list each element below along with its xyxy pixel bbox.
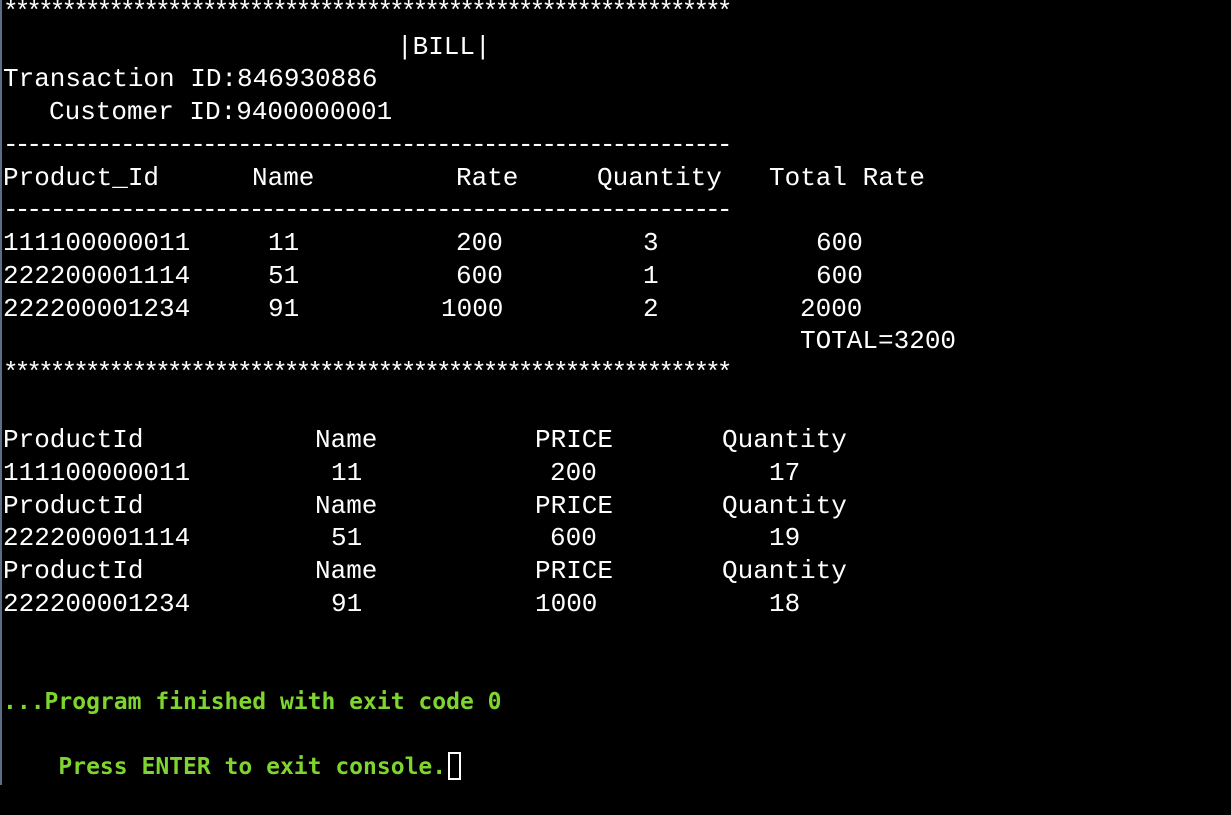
row-name: 11 (268, 228, 300, 258)
row-quantity: 3 (643, 228, 659, 258)
console-output[interactable]: ****************************************… (3, 0, 1223, 785)
inventory-row: 222200001114 51 600 19 (3, 522, 800, 554)
inv-price: 1000 (535, 589, 598, 619)
inv-quantity: 18 (769, 589, 801, 619)
row-product-id: 222200001234 (3, 294, 191, 324)
text-cursor[interactable] (448, 751, 462, 780)
dash-divider-bottom: ----------------------------------------… (3, 195, 732, 225)
stars-divider-top: ****************************************… (3, 0, 732, 27)
inv-header-name: Name (315, 556, 378, 586)
press-enter-line[interactable]: Press ENTER to exit console. (3, 719, 462, 780)
row-rate: 1000 (441, 294, 504, 324)
inv-price: 200 (550, 458, 597, 488)
inv-header-price: PRICE (535, 556, 614, 586)
program-finished-line: ...Program finished with exit code 0 (3, 689, 502, 715)
row-name: 51 (268, 261, 300, 291)
inv-header-name: Name (315, 491, 378, 521)
inv-quantity: 19 (769, 523, 801, 553)
inv-header-product-id: ProductId (3, 556, 144, 586)
inv-header-price: PRICE (535, 491, 614, 521)
bill-total-line: TOTAL=3200 (3, 325, 956, 357)
inv-price: 600 (550, 523, 597, 553)
header-name: Name (252, 163, 315, 193)
inv-header-name: Name (315, 425, 378, 455)
header-quantity: Quantity (597, 163, 722, 193)
inventory-row: 111100000011 11 200 17 (3, 457, 800, 489)
row-name: 91 (268, 294, 300, 324)
bill-title: |BILL| (397, 32, 491, 62)
inv-product-id: 111100000011 (3, 458, 191, 488)
transaction-id-line: Transaction ID:846930886 (3, 63, 377, 95)
row-total-rate: 600 (816, 228, 863, 258)
inv-name: 91 (331, 589, 363, 619)
inv-name: 51 (331, 523, 363, 553)
bill-row: 111100000011 11 200 3 600 (3, 227, 863, 259)
customer-id: Customer ID:9400000001 (49, 97, 393, 127)
row-total-rate: 600 (816, 261, 863, 291)
row-product-id: 222200001114 (3, 261, 191, 291)
row-rate: 600 (456, 261, 503, 291)
header-product-id: Product_Id (3, 163, 160, 193)
inv-quantity: 17 (769, 458, 801, 488)
inv-header-price: PRICE (535, 425, 614, 455)
inv-header-product-id: ProductId (3, 425, 144, 455)
inventory-header-row: ProductId Name PRICE Quantity (3, 555, 847, 587)
row-product-id: 111100000011 (3, 228, 191, 258)
customer-id-line: Customer ID:9400000001 (3, 96, 392, 128)
inventory-row: 222200001234 91 1000 18 (3, 588, 800, 620)
inventory-header-row: ProductId Name PRICE Quantity (3, 490, 847, 522)
row-quantity: 2 (643, 294, 659, 324)
inv-product-id: 222200001114 (3, 523, 191, 553)
bill-title-line: |BILL| (3, 31, 491, 63)
header-total-rate: Total Rate (769, 163, 926, 193)
row-total-rate: 2000 (800, 294, 863, 324)
inventory-header-row: ProductId Name PRICE Quantity (3, 424, 847, 456)
inv-header-quantity: Quantity (722, 556, 847, 586)
window-left-border (0, 0, 2, 785)
row-quantity: 1 (643, 261, 659, 291)
inv-header-product-id: ProductId (3, 491, 144, 521)
bill-row: 222200001234 91 1000 2 2000 (3, 293, 862, 325)
press-enter-text: Press ENTER to exit console. (58, 754, 447, 780)
stars-divider-bottom: ****************************************… (3, 358, 732, 388)
inv-product-id: 222200001234 (3, 589, 191, 619)
bill-header-row: Product_Id Name Rate Quantity Total Rate (3, 162, 925, 194)
bill-total: TOTAL=3200 (800, 326, 957, 356)
inv-header-quantity: Quantity (722, 491, 847, 521)
transaction-id: Transaction ID:846930886 (3, 64, 378, 94)
bill-row: 222200001114 51 600 1 600 (3, 260, 863, 292)
inv-header-quantity: Quantity (722, 425, 847, 455)
inv-name: 11 (331, 458, 363, 488)
dash-divider-top: ----------------------------------------… (3, 130, 732, 160)
header-rate: Rate (456, 163, 519, 193)
row-rate: 200 (456, 228, 503, 258)
